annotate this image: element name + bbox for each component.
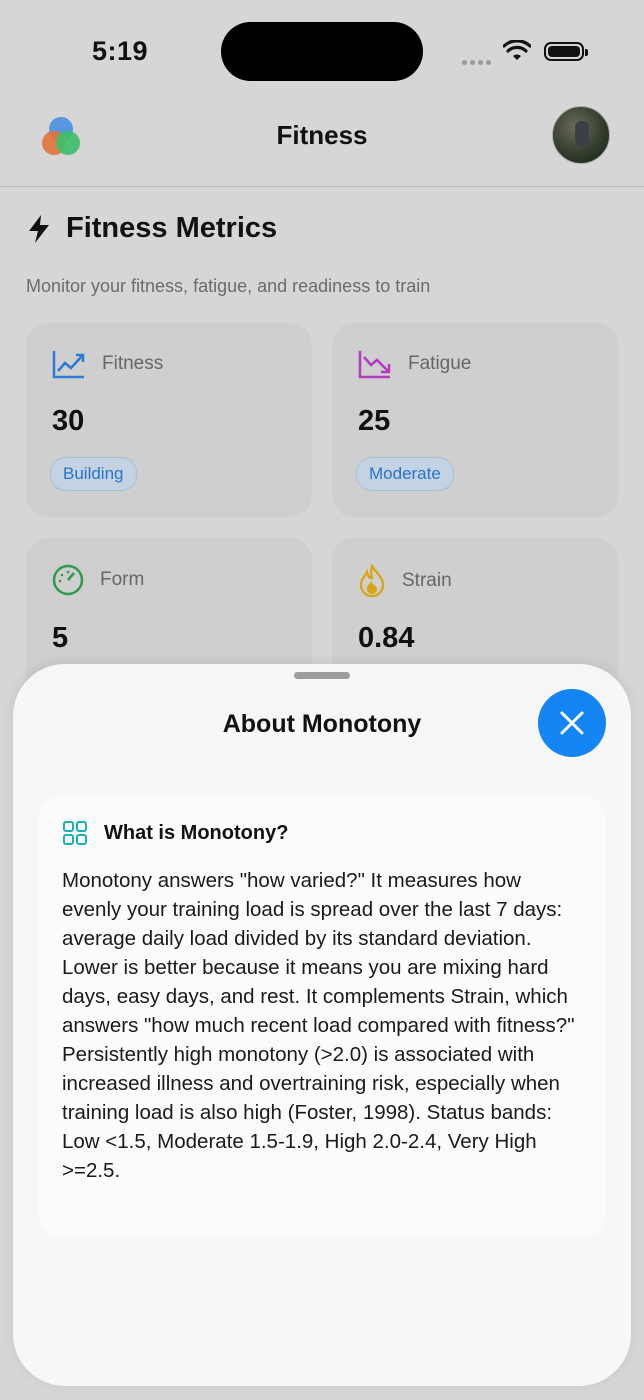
profile-avatar[interactable] <box>552 106 610 164</box>
page-title: Fitness Metrics <box>66 212 278 244</box>
metric-card-fitness[interactable]: Fitness 30 Building <box>26 323 312 517</box>
info-card-body: Monotony answers "how varied?" It measur… <box>62 869 575 1182</box>
trend-up-icon <box>52 351 85 379</box>
flame-icon <box>359 564 385 598</box>
status-badge: Moderate <box>356 457 454 491</box>
wifi-icon <box>503 40 531 60</box>
close-button[interactable] <box>538 689 606 757</box>
sheet-grabber[interactable] <box>294 672 350 679</box>
info-card: What is Monotony? Monotony answers "how … <box>38 796 606 1238</box>
page-title-row: Fitness Metrics <box>26 212 277 245</box>
metric-label: Strain <box>402 570 452 591</box>
page-subtitle: Monitor your fitness, fatigue, and readi… <box>26 276 431 296</box>
status-bar: 5:19 <box>0 0 644 100</box>
metric-value: 5 <box>52 622 69 654</box>
metric-value: 0.84 <box>358 622 415 654</box>
lightning-bolt-icon <box>29 214 49 243</box>
status-badge: Building <box>50 457 137 491</box>
close-icon <box>560 711 584 735</box>
about-sheet: About Monotony What is Monotony? Monoton… <box>13 664 631 1386</box>
nav-header: Fitness <box>0 100 644 187</box>
metric-card-fatigue[interactable]: Fatigue 25 Moderate <box>332 323 618 517</box>
cellular-signal-icon <box>462 52 494 70</box>
metric-label: Form <box>100 569 145 590</box>
nav-title: Fitness <box>276 120 368 150</box>
dynamic-island <box>221 22 423 81</box>
gauge-icon <box>52 564 84 596</box>
status-time: 5:19 <box>92 36 149 66</box>
metric-value: 25 <box>358 405 391 437</box>
metric-value: 30 <box>52 405 85 437</box>
trend-down-icon <box>358 351 391 379</box>
metric-label: Fitness <box>102 353 164 374</box>
grid-icon <box>63 821 87 845</box>
battery-icon <box>544 42 588 61</box>
metric-label: Fatigue <box>408 353 472 374</box>
info-card-title: What is Monotony? <box>104 821 289 844</box>
